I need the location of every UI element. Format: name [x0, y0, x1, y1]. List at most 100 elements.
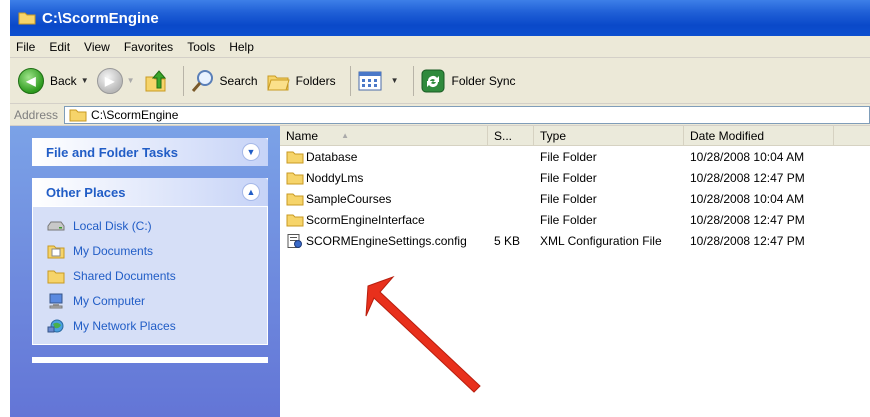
- file-name: NoddyLms: [306, 170, 364, 185]
- menu-edit[interactable]: Edit: [49, 40, 70, 54]
- file-name-cell: SampleCourses: [280, 192, 488, 206]
- column-header-date[interactable]: Date Modified: [684, 126, 834, 145]
- back-dropdown-icon[interactable]: ▼: [81, 76, 89, 85]
- file-name: SCORMEngineSettings.config: [306, 233, 467, 248]
- file-folder-tasks-title: File and Folder Tasks: [46, 144, 178, 160]
- folder-icon: [286, 151, 304, 163]
- place-label: My Network Places: [73, 318, 176, 333]
- config-file-icon: [287, 233, 302, 248]
- menu-view[interactable]: View: [84, 40, 110, 54]
- folders-label: Folders: [295, 73, 336, 88]
- place-my-computer[interactable]: My Computer: [47, 288, 267, 313]
- file-type: File Folder: [540, 149, 597, 164]
- folder-icon: [286, 172, 304, 184]
- column-header-name[interactable]: Name ▲: [280, 126, 488, 145]
- chevron-up-icon[interactable]: ▲: [242, 183, 260, 201]
- table-row[interactable]: Database File Folder 10/28/2008 10:04 AM: [280, 146, 870, 167]
- menu-file[interactable]: File: [16, 40, 35, 54]
- place-label: Shared Documents: [73, 268, 176, 283]
- forward-arrow-icon: ▶: [96, 67, 123, 94]
- file-date: 10/28/2008 10:04 AM: [690, 149, 805, 164]
- place-shared-documents[interactable]: Shared Documents: [47, 263, 267, 288]
- place-label: My Documents: [73, 243, 154, 258]
- file-list: Name ▲ S... Type Date Modified Database: [280, 126, 870, 417]
- explorer-window: C:\ScormEngine File Edit View Favorites …: [10, 0, 870, 417]
- file-type: XML Configuration File: [540, 233, 662, 248]
- column-date-label: Date Modified: [690, 128, 765, 143]
- file-name-cell: Database: [280, 150, 488, 164]
- up-folder-button[interactable]: [143, 68, 169, 94]
- table-row[interactable]: SCORMEngineSettings.config 5 KB XML Conf…: [280, 230, 870, 251]
- file-name: SampleCourses: [306, 191, 392, 206]
- folders-icon: [266, 75, 290, 90]
- address-input[interactable]: C:\ScormEngine: [64, 105, 870, 124]
- address-bar: Address C:\ScormEngine: [10, 104, 870, 126]
- file-name: ScormEngineInterface: [306, 212, 425, 227]
- address-value: C:\ScormEngine: [91, 107, 179, 122]
- chevron-down-icon[interactable]: ▼: [242, 143, 260, 161]
- column-name-label: Name: [286, 128, 319, 143]
- back-button[interactable]: ◀ Back ▼: [18, 67, 89, 94]
- folder-icon: [18, 12, 36, 25]
- views-button[interactable]: ▼: [357, 69, 399, 93]
- file-name-cell: SCORMEngineSettings.config: [280, 233, 488, 248]
- other-places-header[interactable]: Other Places ▲: [32, 178, 268, 206]
- place-local-disk[interactable]: Local Disk (C:): [47, 213, 267, 238]
- window-title: C:\ScormEngine: [42, 9, 159, 27]
- details-panel: [32, 357, 268, 363]
- column-header-size[interactable]: S...: [488, 126, 534, 145]
- title-bar[interactable]: C:\ScormEngine: [10, 0, 870, 36]
- toolbar-separator: [182, 65, 184, 96]
- views-dropdown-icon[interactable]: ▼: [391, 76, 399, 85]
- table-row[interactable]: SampleCourses File Folder 10/28/2008 10:…: [280, 188, 870, 209]
- file-size: 5 KB: [494, 233, 521, 248]
- folder-sync-label: Folder Sync: [451, 73, 516, 88]
- column-header-type[interactable]: Type: [534, 126, 684, 145]
- views-icon: [358, 71, 382, 90]
- content-area: File and Folder Tasks ▼ Other Places ▲ L…: [10, 126, 870, 417]
- table-row[interactable]: ScormEngineInterface File Folder 10/28/2…: [280, 209, 870, 230]
- search-icon: [191, 69, 213, 92]
- menu-favorites[interactable]: Favorites: [124, 40, 173, 54]
- file-folder-tasks-panel: File and Folder Tasks ▼: [32, 138, 268, 166]
- menu-bar: File Edit View Favorites Tools Help: [10, 36, 870, 58]
- address-label: Address: [14, 107, 59, 122]
- toolbar: ◀ Back ▼ ▶ ▼ Search Folders ▼ Folder Syn…: [10, 58, 870, 104]
- file-folder-tasks-header[interactable]: File and Folder Tasks ▼: [32, 138, 268, 166]
- other-places-list: Local Disk (C:) My Documents Shared Docu…: [32, 206, 268, 345]
- computer-icon: [49, 293, 63, 308]
- menu-help[interactable]: Help: [229, 40, 254, 54]
- search-button[interactable]: Search: [190, 68, 258, 94]
- file-date: 10/28/2008 12:47 PM: [690, 212, 805, 227]
- table-row[interactable]: NoddyLms File Folder 10/28/2008 12:47 PM: [280, 167, 870, 188]
- folder-icon: [47, 270, 65, 283]
- file-type: File Folder: [540, 170, 597, 185]
- folder-icon: [286, 214, 304, 226]
- file-name-cell: ScormEngineInterface: [280, 213, 488, 227]
- column-size-label: S...: [494, 128, 513, 143]
- up-folder-icon: [145, 69, 166, 91]
- sort-ascending-icon: ▲: [341, 131, 349, 140]
- file-date: 10/28/2008 12:47 PM: [690, 170, 805, 185]
- folder-sync-button[interactable]: Folder Sync: [420, 68, 516, 94]
- place-my-network-places[interactable]: My Network Places: [47, 313, 267, 338]
- forward-dropdown-icon[interactable]: ▼: [127, 76, 135, 85]
- folder-icon: [69, 109, 87, 121]
- back-arrow-icon: ◀: [18, 67, 44, 94]
- column-headers: Name ▲ S... Type Date Modified: [280, 126, 870, 146]
- other-places-panel: Other Places ▲ Local Disk (C:) My Docume…: [32, 178, 268, 345]
- forward-button[interactable]: ▶ ▼: [96, 67, 135, 94]
- task-pane: File and Folder Tasks ▼ Other Places ▲ L…: [10, 126, 280, 417]
- place-label: My Computer: [73, 293, 146, 308]
- file-date: 10/28/2008 12:47 PM: [690, 233, 805, 248]
- documents-icon: [47, 245, 65, 258]
- menu-tools[interactable]: Tools: [187, 40, 215, 54]
- search-label: Search: [219, 73, 258, 88]
- drive-icon: [47, 221, 65, 230]
- place-label: Local Disk (C:): [73, 218, 152, 233]
- toolbar-separator: [349, 65, 351, 96]
- folders-button[interactable]: Folders: [266, 69, 336, 93]
- toolbar-separator: [412, 65, 414, 96]
- folder-sync-icon: [421, 69, 444, 92]
- place-my-documents[interactable]: My Documents: [47, 238, 267, 263]
